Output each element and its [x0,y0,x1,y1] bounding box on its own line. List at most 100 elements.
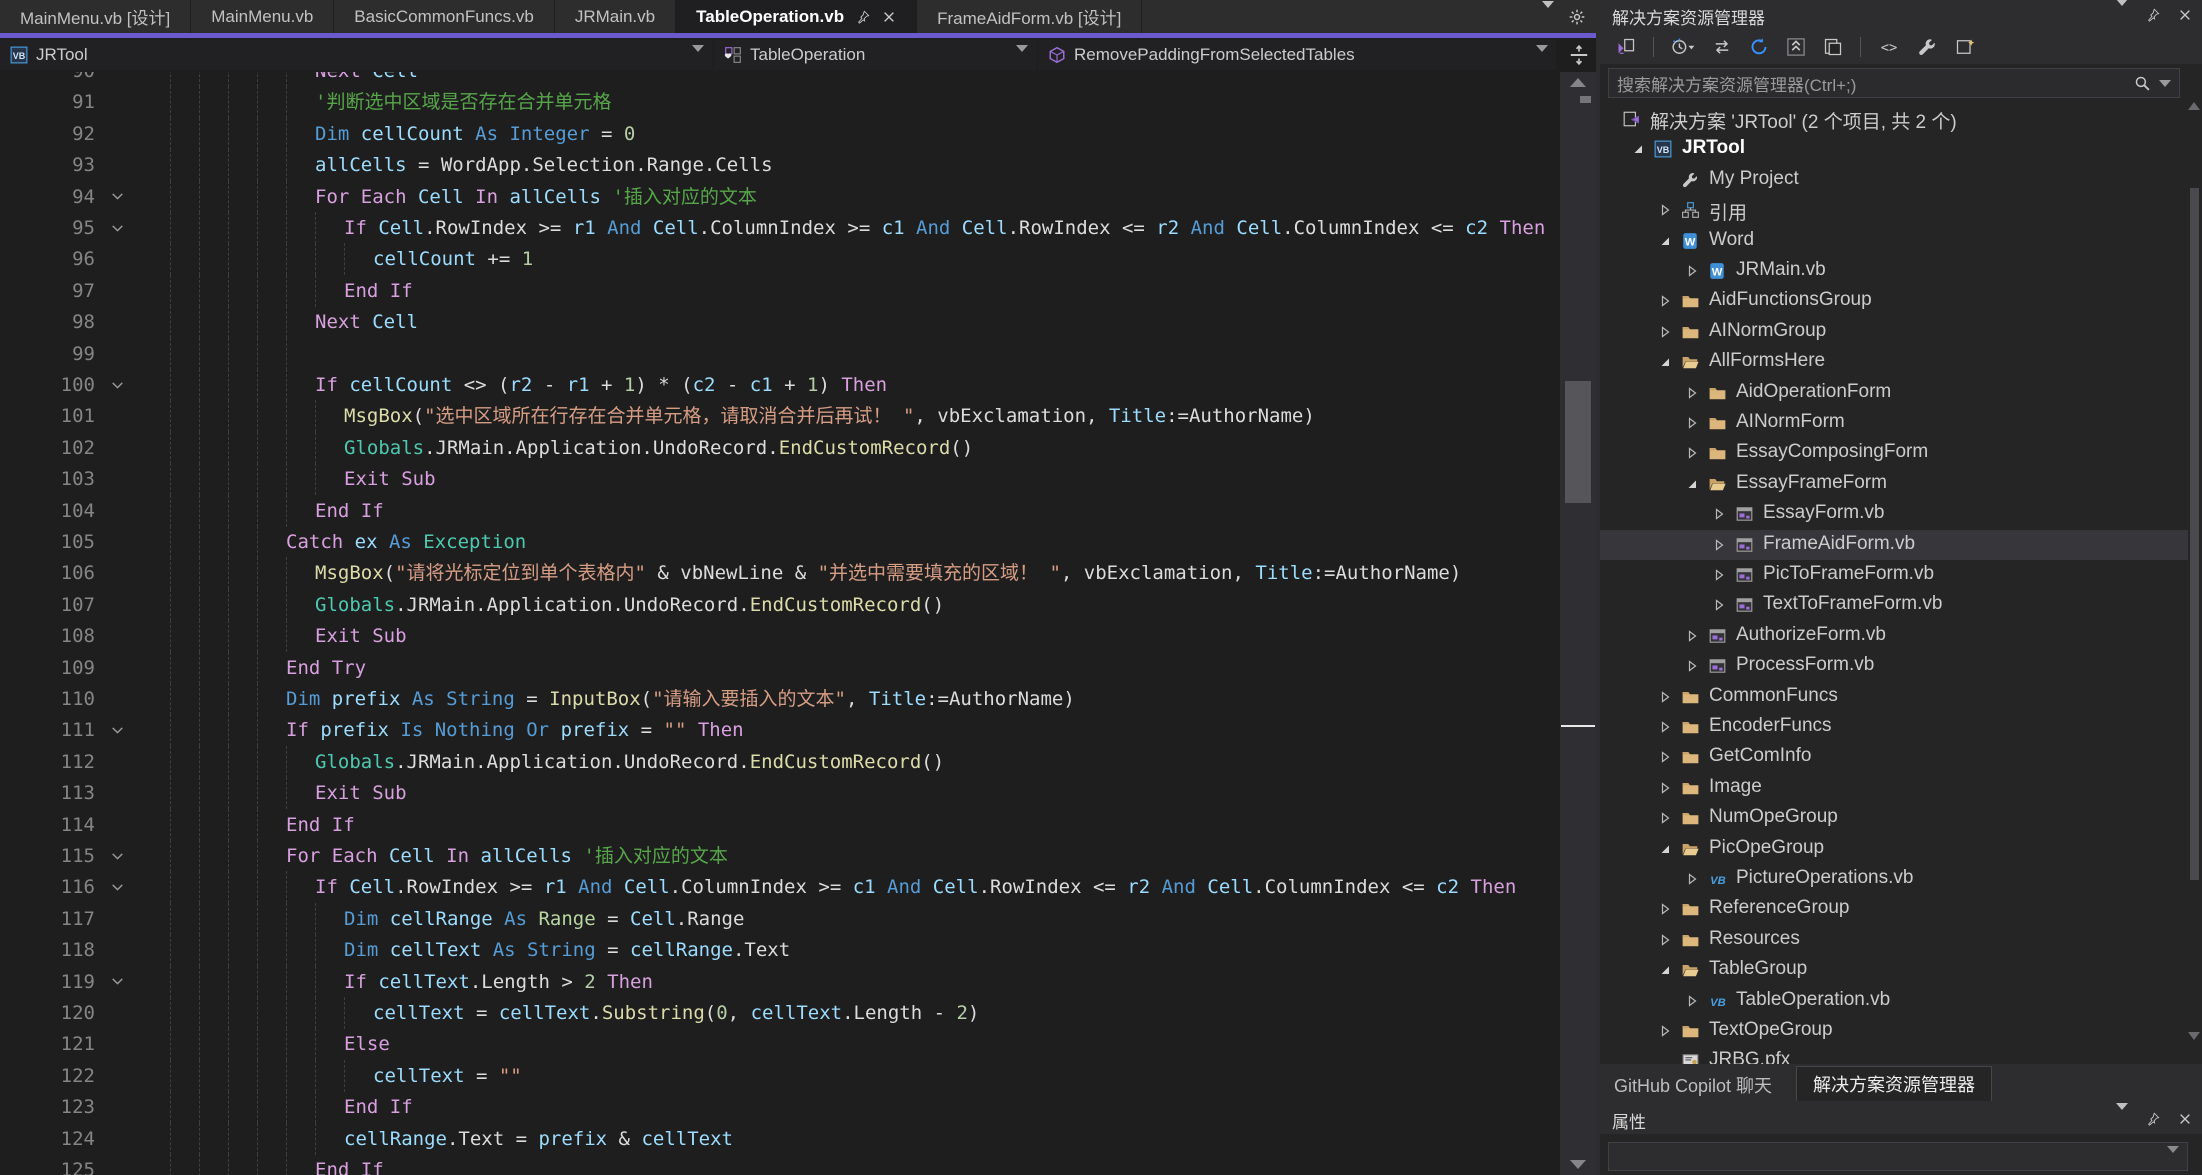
tree-item-allformshere[interactable]: AllFormsHere [1600,347,2188,377]
editor-tab-active[interactable]: TableOperation.vb [676,0,917,33]
fold-chevron-icon[interactable] [95,369,170,401]
tab-overflow-icon[interactable] [1542,8,1554,26]
tree-item-my-project[interactable]: My Project [1600,165,2188,195]
fold-chevron-icon[interactable] [95,212,170,244]
expander-icon[interactable] [1657,1023,1673,1039]
solution-search-box[interactable]: 搜索解决方案资源管理器(Ctrl+;) [1608,68,2180,98]
split-editor-icon[interactable] [1568,44,1590,66]
close-icon[interactable] [882,10,896,24]
tree-item--jrtool-2-2-[interactable]: 解决方案 'JRTool' (2 个项目, 共 2 个) [1600,104,2188,134]
member-dropdown[interactable]: RemovePaddingFromSelectedTables [1038,40,1556,70]
fold-chevron-icon[interactable] [95,871,170,903]
expander-icon[interactable] [1657,293,1673,309]
tree-item-ainormform[interactable]: AINormForm [1600,408,2188,438]
tree-item-jrtool[interactable]: VBJRTool [1600,134,2188,164]
expander-icon[interactable] [1684,263,1700,279]
fold-chevron-icon[interactable] [95,181,170,213]
editor-tab[interactable]: FrameAidForm.vb [设计] [917,0,1142,33]
expander-icon[interactable] [1657,354,1673,370]
panel-menu-caret-icon[interactable] [2116,6,2128,24]
expander-icon[interactable] [1657,962,1673,978]
expander-icon[interactable] [1684,628,1700,644]
tree-item-tablegroup[interactable]: TableGroup [1600,955,2188,985]
tree-item-image[interactable]: Image [1600,773,2188,803]
tree-item-jrbg-pfx[interactable]: JRBG.pfx [1600,1046,2188,1064]
scrollbar-thumb[interactable] [1565,381,1591,503]
properties-wrench-icon[interactable] [1917,37,1937,57]
tree-item-commonfuncs[interactable]: CommonFuncs [1600,682,2188,712]
tree-scroll-up-arrow[interactable] [2188,102,2200,110]
expander-icon[interactable] [1657,749,1673,765]
expander-icon[interactable] [1657,810,1673,826]
editor-tab[interactable]: JRMain.vb [555,0,676,33]
expander-icon[interactable] [1657,841,1673,857]
expander-icon[interactable] [1657,324,1673,340]
tab-solution-explorer[interactable]: 解决方案资源管理器 [1796,1066,1992,1101]
tree-item-texttoframeform-vb[interactable]: TextToFrameForm.vb [1600,590,2188,620]
tree-scroll-down-arrow[interactable] [2188,1032,2200,1040]
tree-item-essayframeform[interactable]: EssayFrameForm [1600,469,2188,499]
sync-active-document-icon[interactable] [1712,37,1732,57]
expander-icon[interactable] [1657,202,1673,218]
duplicate-icon[interactable] [1823,37,1843,57]
expander-icon[interactable] [1657,901,1673,917]
tree-item-tableoperation-vb[interactable]: VBTableOperation.vb [1600,986,2188,1016]
tab-options-gear-icon[interactable] [1568,8,1586,26]
expander-icon[interactable] [1657,780,1673,796]
fold-chevron-icon[interactable] [95,966,170,998]
project-dropdown[interactable]: VB JRTool [0,40,712,70]
expander-icon[interactable] [1711,537,1727,553]
tree-item-essayform-vb[interactable]: EssayForm.vb [1600,499,2188,529]
tree-item-authorizeform-vb[interactable]: AuthorizeForm.vb [1600,621,2188,651]
properties-object-combobox[interactable] [1608,1142,2188,1171]
tree-item-numopegroup[interactable]: NumOpeGroup [1600,803,2188,833]
tree-scrollbar-thumb[interactable] [2190,188,2199,880]
tab-github-copilot-chat[interactable]: GitHub Copilot 聊天 [1614,1072,1772,1098]
expander-icon[interactable] [1684,415,1700,431]
expander-icon[interactable] [1684,385,1700,401]
pin-icon[interactable] [2146,7,2160,23]
expander-icon[interactable] [1657,689,1673,705]
tree-item-resources[interactable]: Resources [1600,925,2188,955]
tree-item--[interactable]: 引用 [1600,195,2188,225]
collapse-all-icon[interactable] [1786,37,1806,57]
expander-icon[interactable] [1684,658,1700,674]
expander-icon[interactable] [1711,597,1727,613]
editor-tab[interactable]: MainMenu.vb [设计] [0,0,191,33]
history-filter-icon[interactable] [1671,37,1695,57]
tree-item-picopegroup[interactable]: PicOpeGroup [1600,834,2188,864]
class-dropdown[interactable]: TableOperation [714,40,1036,70]
editor-tab[interactable]: MainMenu.vb [191,0,334,33]
refresh-icon[interactable] [1749,37,1769,57]
scrollbar-up-arrow[interactable] [1570,78,1586,87]
code-editor[interactable]: 90Next Cell91'判断选中区域是否存在合并单元格92Dim cellC… [0,72,1560,1175]
tree-scrollbar[interactable] [2188,100,2201,1045]
show-all-files-icon[interactable]: <> [1878,37,1900,57]
expander-icon[interactable] [1684,476,1700,492]
expander-icon[interactable] [1684,993,1700,1009]
tree-item-textopegroup[interactable]: TextOpeGroup [1600,1016,2188,1046]
expander-icon[interactable] [1630,141,1646,157]
tree-item-frameaidform-vb[interactable]: FrameAidForm.vb [1600,530,2188,560]
fold-chevron-icon[interactable] [95,840,170,872]
scrollbar-down-arrow[interactable] [1570,1160,1586,1169]
pin-icon[interactable] [2146,1111,2160,1127]
tree-item-aidfunctionsgroup[interactable]: AidFunctionsGroup [1600,286,2188,316]
tree-item-referencegroup[interactable]: ReferenceGroup [1600,894,2188,924]
tree-item-word[interactable]: WWord [1600,226,2188,256]
search-options-caret-icon[interactable] [2159,80,2171,87]
tree-item-pictureoperations-vb[interactable]: VBPictureOperations.vb [1600,864,2188,894]
fold-chevron-icon[interactable] [95,714,170,746]
tree-item-processform-vb[interactable]: ProcessForm.vb [1600,651,2188,681]
tree-item-essaycomposingform[interactable]: EssayComposingForm [1600,438,2188,468]
pin-icon[interactable] [856,9,870,25]
tree-item-getcominfo[interactable]: GetComInfo [1600,742,2188,772]
tree-item-ainormgroup[interactable]: AINormGroup [1600,317,2188,347]
expander-icon[interactable] [1684,871,1700,887]
expander-icon[interactable] [1657,932,1673,948]
expander-icon[interactable] [1711,567,1727,583]
expander-icon[interactable] [1684,445,1700,461]
editor-tab[interactable]: BasicCommonFuncs.vb [334,0,555,33]
tree-item-pictoframeform-vb[interactable]: PicToFrameForm.vb [1600,560,2188,590]
expander-icon[interactable] [1657,233,1673,249]
